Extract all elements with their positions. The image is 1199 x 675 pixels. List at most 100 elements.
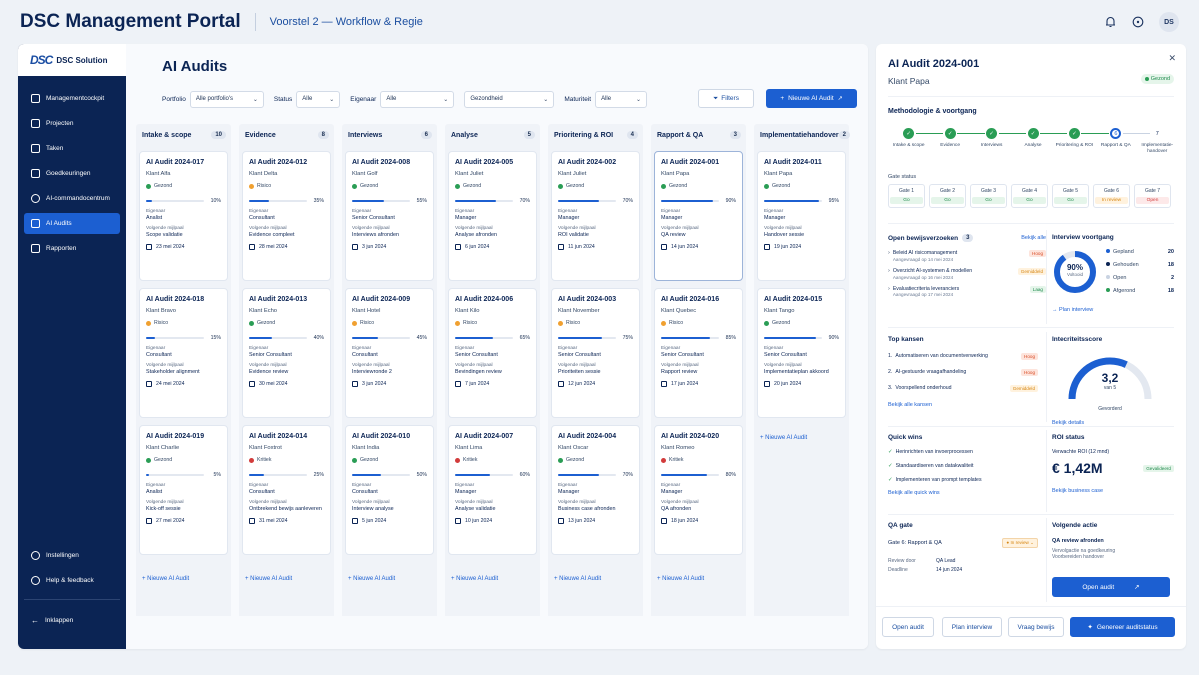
plan-interview-button[interactable]: Plan interview bbox=[942, 617, 1002, 637]
help-shield-icon[interactable] bbox=[1131, 15, 1145, 29]
column-header[interactable]: Prioritering & ROI 4 bbox=[548, 124, 643, 146]
app-title: DSC Management Portal bbox=[20, 11, 241, 32]
filters-button[interactable]: ⏷ Filters bbox=[698, 89, 754, 108]
evidence-item[interactable]: › Overzicht AI-systemen & modellen Aangevr… bbox=[888, 267, 1046, 280]
sidebar-item-help[interactable]: Help & feedback bbox=[24, 570, 120, 591]
filter-maturity-select[interactable]: Alle ⌄ bbox=[595, 90, 648, 108]
card-title: AI Audit 2024-016 bbox=[661, 296, 720, 303]
opportunity-item[interactable]: 2. AI-gestuurde vraagafhandeling Hoog bbox=[888, 369, 1038, 376]
audit-card[interactable]: AI Audit 2024-008 Klant Golf Gezond 55% Eige… bbox=[345, 151, 434, 281]
opportunity-item[interactable]: 3. Voorspellend onderhoud Gemiddeld bbox=[888, 385, 1038, 392]
audit-card[interactable]: AI Audit 2024-007 Klant Lima Kritiek 60% Eig… bbox=[448, 425, 537, 555]
filter-owner-select[interactable]: Alle ⌄ bbox=[380, 90, 455, 108]
request-evidence-button[interactable]: Vraag bewijs bbox=[1008, 617, 1064, 637]
evidence-view-all-link[interactable]: Bekijk alle bbox=[1021, 235, 1046, 241]
sidebar-item-rapporten[interactable]: Rapporten bbox=[24, 238, 120, 259]
plan-interview-link[interactable]: → Plan interview bbox=[1052, 307, 1174, 313]
opportunity-item[interactable]: 1. Automatiseren van documentverwerking Ho… bbox=[888, 353, 1038, 360]
audit-card[interactable]: AI Audit 2024-002 Klant Juliet Gezond 70% Ei… bbox=[551, 151, 640, 281]
add-audit-link[interactable]: + Nieuwe AI Audit bbox=[142, 576, 189, 582]
opportunities-view-all-link[interactable]: Bekijk alle kansen bbox=[888, 402, 1038, 408]
audit-card[interactable]: AI Audit 2024-004 Klant Oscar Gezond 70% Eig… bbox=[551, 425, 640, 555]
column-header[interactable]: Interviews 6 bbox=[342, 124, 437, 146]
audit-card[interactable]: AI Audit 2024-003 Klant November Risico 75%… bbox=[551, 288, 640, 418]
bottom-open-audit-button[interactable]: Open audit bbox=[882, 617, 934, 637]
check-icon: ✓ bbox=[986, 128, 998, 139]
step-item[interactable]: ✓ Interviews bbox=[972, 128, 1012, 149]
filter-status-select[interactable]: Alle ⌄ bbox=[296, 90, 341, 108]
column-header[interactable]: Intake & scope 10 bbox=[136, 124, 231, 146]
sidebar-collapse[interactable]: ← Inklappen bbox=[24, 610, 120, 631]
card-date: 28 mei 2024 bbox=[249, 244, 324, 250]
step-item[interactable]: ✓ Intake & scope bbox=[889, 128, 929, 149]
audit-card[interactable]: AI Audit 2024-001 Klant Papa Gezond 90% Eige… bbox=[654, 151, 743, 281]
add-audit-link[interactable]: + Nieuwe AI Audit bbox=[760, 435, 807, 441]
step-item[interactable]: ✓ Evidence bbox=[930, 128, 970, 149]
sidebar-item-instellingen[interactable]: Instellingen bbox=[24, 545, 120, 566]
status-dot bbox=[249, 183, 254, 189]
sidebar-item-ai-audits[interactable]: AI Audits bbox=[24, 213, 120, 234]
card-milestone: Analyse afronden bbox=[455, 232, 497, 238]
audit-card[interactable]: AI Audit 2024-010 Klant India Gezond 50% Eig… bbox=[345, 425, 434, 555]
filter-health-select[interactable]: Gezondheid ⌄ bbox=[464, 90, 555, 108]
generate-status-button[interactable]: ✦ Genereer auditstatus bbox=[1070, 617, 1175, 637]
gate-item[interactable]: Gate 2 Go bbox=[929, 184, 966, 208]
card-status: Gezond bbox=[146, 183, 221, 189]
add-audit-link[interactable]: + Nieuwe AI Audit bbox=[451, 576, 498, 582]
add-audit-link[interactable]: + Nieuwe AI Audit bbox=[657, 576, 704, 582]
gate-item[interactable]: Gate 3 Go bbox=[970, 184, 1007, 208]
audit-card[interactable]: AI Audit 2024-009 Klant Hotel Risico 45% Eig… bbox=[345, 288, 434, 418]
progress-percent: 40% bbox=[313, 335, 324, 341]
audit-card[interactable]: AI Audit 2024-005 Klant Juliet Gezond 70% Ei… bbox=[448, 151, 537, 281]
audit-card[interactable]: AI Audit 2024-017 Klant Alfa Gezond 10% Eige… bbox=[139, 151, 228, 281]
sidebar-item-managementcockpit[interactable]: Managementcockpit bbox=[24, 88, 120, 109]
add-audit-link[interactable]: + Nieuwe AI Audit bbox=[348, 576, 395, 582]
close-icon[interactable]: ✕ bbox=[1168, 53, 1176, 64]
gate-item[interactable]: Gate 1 Go bbox=[888, 184, 925, 208]
logo[interactable]: DSC DSC Solution bbox=[18, 44, 126, 76]
audit-card[interactable]: AI Audit 2024-015 Klant Tango Gezond 90% Eig… bbox=[757, 288, 846, 418]
step-item[interactable]: ✓ Analyse bbox=[1013, 128, 1053, 149]
user-avatar[interactable]: DS bbox=[1159, 12, 1179, 32]
step-item[interactable]: ✓ Prioritering & ROI bbox=[1054, 128, 1094, 149]
audit-card[interactable]: AI Audit 2024-011 Klant Papa Gezond 95% Eige… bbox=[757, 151, 846, 281]
evidence-item[interactable]: › Evaluatiecriteria leveranciers Aangevraa… bbox=[888, 285, 1046, 297]
column-header[interactable]: Rapport & QA 3 bbox=[651, 124, 746, 146]
logo-mark: DSC bbox=[30, 53, 53, 67]
audit-card[interactable]: AI Audit 2024-019 Klant Charlie Gezond 5% Ei… bbox=[139, 425, 228, 555]
open-audit-button[interactable]: Open audit ↗ bbox=[1052, 577, 1170, 597]
audit-card[interactable]: AI Audit 2024-013 Klant Echo Gezond 40% Eige… bbox=[242, 288, 331, 418]
quickwins-view-all-link[interactable]: Bekijk alle quick wins bbox=[888, 490, 1038, 496]
business-case-link[interactable]: Bekijk business case bbox=[1052, 488, 1174, 494]
gate-item[interactable]: Gate 6 In review bbox=[1093, 184, 1130, 208]
audit-card[interactable]: AI Audit 2024-016 Klant Quebec Risico 85% Ei… bbox=[654, 288, 743, 418]
sidebar-item-taken[interactable]: Taken bbox=[24, 138, 120, 159]
gate-item[interactable]: Gate 4 Go bbox=[1011, 184, 1048, 208]
add-audit-link[interactable]: + Nieuwe AI Audit bbox=[554, 576, 601, 582]
audit-card[interactable]: AI Audit 2024-018 Klant Bravo Risico 15% Eig… bbox=[139, 288, 228, 418]
audit-card[interactable]: AI Audit 2024-012 Klant Delta Risico 35% Eig… bbox=[242, 151, 331, 281]
column-header[interactable]: Analyse 5 bbox=[445, 124, 540, 146]
sidebar-item-ai-commandocentrum[interactable]: AI-commandocentrum bbox=[24, 188, 120, 209]
card-date-value: 28 mei 2024 bbox=[259, 244, 288, 250]
column-header[interactable]: Implementatiehandover 2 bbox=[754, 124, 850, 146]
audit-card[interactable]: AI Audit 2024-014 Klant Foxtrot Kritiek 25%… bbox=[242, 425, 331, 555]
sidebar-item-goedkeuringen[interactable]: Goedkeuringen bbox=[24, 163, 120, 184]
milestone-label: Volgende mijlpaal bbox=[764, 226, 802, 231]
gate-item[interactable]: Gate 5 Go bbox=[1052, 184, 1089, 208]
new-audit-button[interactable]: + Nieuwe AI Audit ↗ bbox=[766, 89, 857, 108]
column-header[interactable]: Evidence 8 bbox=[239, 124, 334, 146]
step-item[interactable]: 7 Implementatie-handover bbox=[1137, 128, 1177, 155]
step-item[interactable]: 6 Rapport & QA bbox=[1096, 128, 1136, 149]
audit-card[interactable]: AI Audit 2024-006 Klant Kilo Risico 65% Eige… bbox=[448, 288, 537, 418]
filter-portfolio-select[interactable]: Alle portfolio's ⌄ bbox=[189, 90, 264, 108]
audit-card[interactable]: AI Audit 2024-020 Klant Romeo Kritiek 80% Ei… bbox=[654, 425, 743, 555]
add-audit-link[interactable]: + Nieuwe AI Audit bbox=[245, 576, 292, 582]
bell-icon[interactable] bbox=[1103, 15, 1117, 29]
priority-tag: Hoog bbox=[1021, 369, 1038, 376]
evidence-item[interactable]: › Beleid AI risicomanagement Aangevraagd o… bbox=[888, 250, 1046, 262]
card-owner: Manager bbox=[558, 489, 580, 495]
sidebar-item-projecten[interactable]: Projecten bbox=[24, 113, 120, 134]
progress-percent: 75% bbox=[622, 335, 633, 341]
gate-item[interactable]: Gate 7 Open bbox=[1134, 184, 1171, 208]
